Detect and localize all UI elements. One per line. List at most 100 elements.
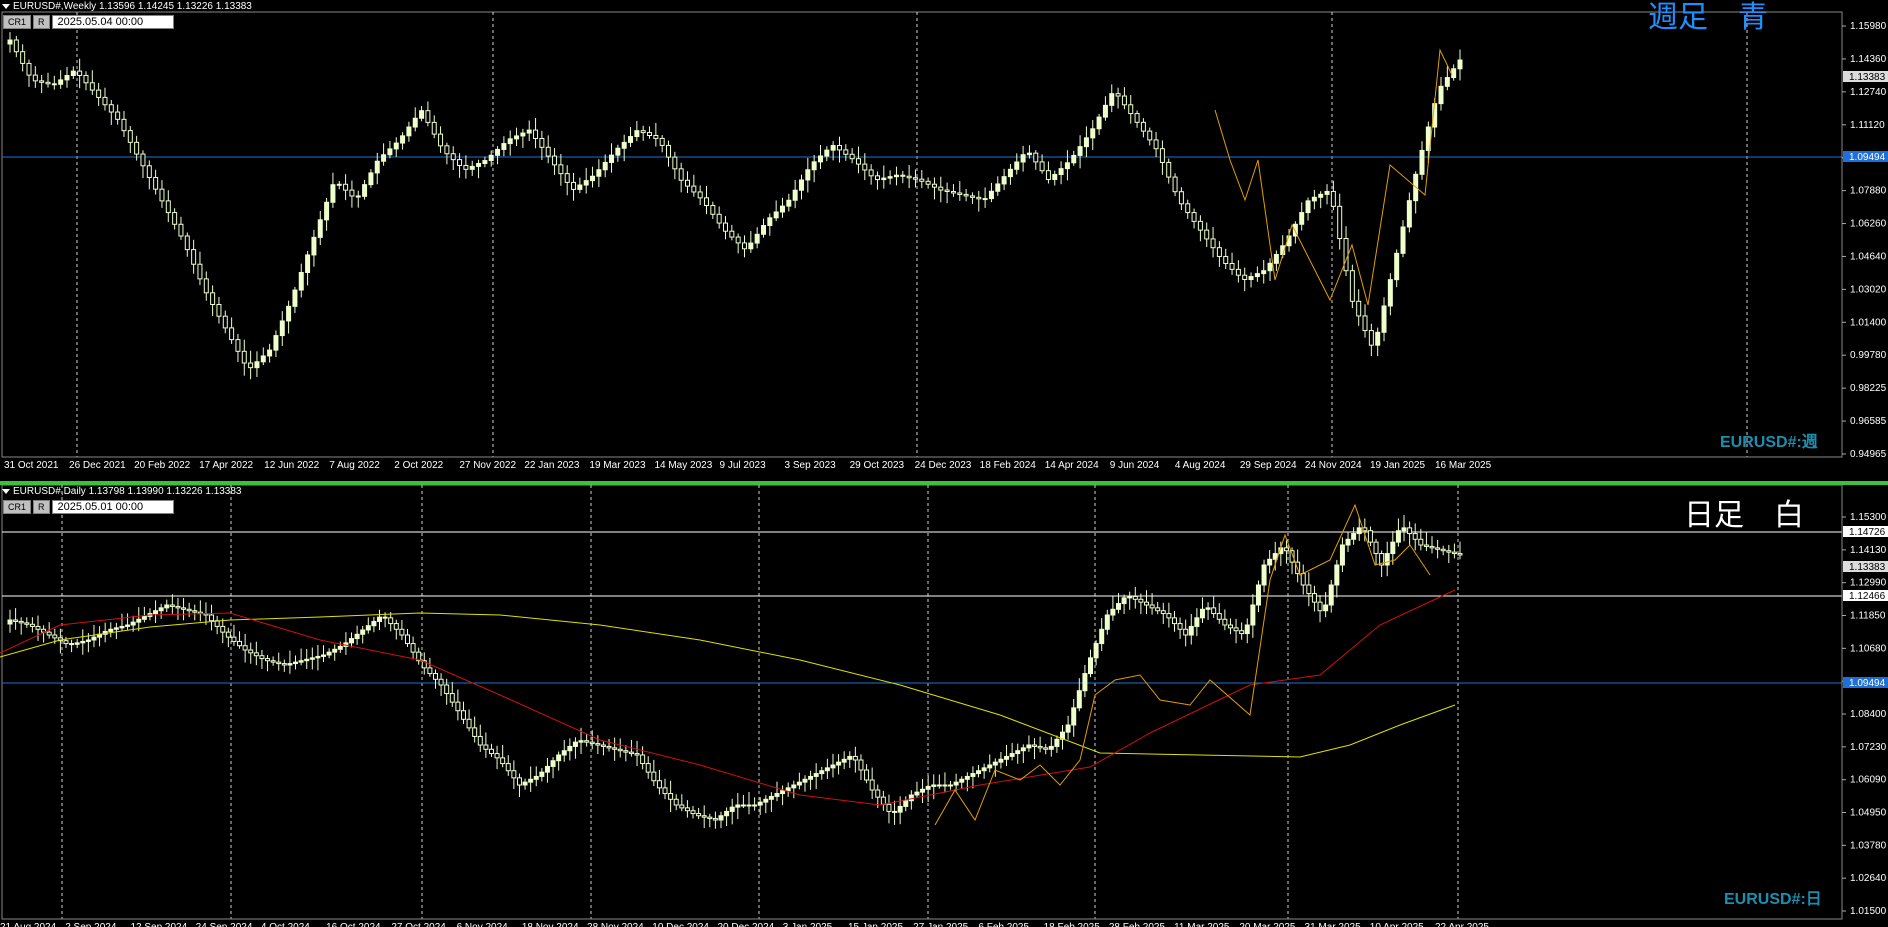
candle-body — [1082, 673, 1088, 692]
candle-body — [248, 362, 254, 369]
candle-body — [393, 623, 399, 630]
candle-body — [141, 615, 147, 620]
candle-body — [1076, 690, 1082, 709]
candle-body — [39, 80, 45, 83]
candle-body — [830, 145, 836, 151]
candle-body — [362, 184, 368, 197]
candle-body — [920, 788, 926, 793]
candle-body — [153, 610, 159, 615]
candle-body — [1204, 229, 1210, 240]
candle-body — [184, 235, 190, 251]
candle-body — [691, 185, 697, 193]
time-tick-label: 24 Sep 2024 — [196, 922, 253, 927]
candle-body — [841, 758, 847, 763]
weekly-chart-pane[interactable]: 1.159801.143601.127401.111201.095001.078… — [0, 0, 1888, 485]
time-tick-label: 10 Apr 2025 — [1370, 922, 1424, 927]
candle-body — [1440, 548, 1446, 552]
candle-body — [1194, 617, 1200, 627]
candle-body — [1418, 538, 1424, 546]
date-input[interactable]: 2025.05.04 00:00 — [51, 15, 174, 29]
candle-body — [868, 169, 874, 177]
candle-body — [1037, 745, 1043, 749]
candle-body — [786, 199, 792, 207]
candle-body — [1222, 618, 1228, 626]
candle-body — [1400, 226, 1406, 254]
candle-body — [995, 183, 1001, 192]
weekly-header: EURUSD#,Weekly 1.13596 1.14245 1.13226 1… — [2, 1, 252, 12]
candle-body — [668, 793, 674, 800]
candle-body — [886, 803, 892, 812]
daily-chart-pane[interactable]: 1.15300 1.14130 1.12990 1.11850 1.10680 1.094… — [0, 485, 1888, 927]
daily-chart-canvas[interactable]: 1.15300 1.14130 1.12990 1.11850 1.10680 1.094… — [0, 485, 1888, 927]
candle-body — [723, 222, 729, 232]
candle-body — [1104, 614, 1110, 630]
candle-body — [897, 805, 903, 813]
collapse-triangle-icon[interactable] — [2, 488, 10, 494]
price-tick-label: 1.11120 — [1850, 120, 1885, 131]
cr1-button[interactable]: CR1 — [3, 500, 32, 514]
cr1-button[interactable]: CR1 — [3, 15, 32, 29]
r-button[interactable]: R — [33, 500, 50, 514]
candle-body — [612, 747, 618, 750]
candle-body — [748, 242, 754, 250]
candle-body — [653, 135, 659, 139]
candle-body — [544, 765, 550, 773]
candle-body — [265, 658, 271, 662]
candle-body — [85, 639, 91, 642]
weekly-chart-canvas[interactable]: 1.159801.143601.127401.111201.095001.078… — [0, 0, 1888, 485]
candle-body — [438, 133, 444, 147]
candle-body — [987, 764, 993, 769]
r-button[interactable]: R — [33, 15, 50, 29]
candle-body — [931, 183, 937, 188]
candle-body — [438, 678, 444, 686]
candle-body — [406, 126, 412, 137]
candle-body — [550, 760, 556, 767]
candle-body — [656, 780, 662, 789]
candle-body — [1318, 193, 1324, 198]
candle-body — [91, 636, 97, 641]
time-tick-label: 2 Sep 2024 — [65, 922, 117, 927]
candle-body — [1090, 128, 1096, 139]
candle-body — [52, 634, 58, 639]
candle-body — [1115, 603, 1121, 610]
candle-body — [1254, 273, 1260, 278]
candle-body — [1311, 196, 1317, 202]
candle-body — [1160, 610, 1166, 615]
candle-body — [697, 191, 703, 199]
candle-body — [1088, 657, 1094, 675]
candle-body — [685, 179, 691, 187]
candle-body — [178, 223, 184, 237]
candle-body — [488, 154, 494, 162]
time-tick-label: 20 Mar 2025 — [1239, 922, 1296, 927]
candle-body — [276, 661, 282, 665]
candle-body — [1324, 190, 1330, 195]
candle-body — [1045, 170, 1051, 180]
candle-body — [1109, 93, 1115, 106]
candle-body — [374, 160, 380, 174]
candle-body — [1457, 59, 1463, 70]
candle-body — [1317, 601, 1323, 612]
time-tick-label: 6 Feb 2025 — [978, 922, 1029, 927]
candle-body — [887, 176, 893, 179]
candle-body — [444, 684, 450, 695]
candle-body — [32, 74, 38, 82]
candle-body — [767, 217, 773, 227]
candle-body — [701, 815, 707, 818]
candle-body — [533, 129, 539, 140]
time-tick-label: 9 Jun 2024 — [1110, 460, 1160, 471]
candle-body — [507, 138, 513, 145]
candle-body — [798, 179, 804, 191]
candle-body — [919, 178, 925, 182]
candle-body — [948, 784, 954, 787]
candle-body — [349, 189, 355, 197]
candle-body — [500, 757, 506, 765]
candle-body — [752, 804, 758, 807]
time-tick-label: 16 Oct 2024 — [326, 922, 381, 927]
daily-header: EURUSD#,Daily 1.13798 1.13990 1.13226 1.… — [2, 486, 242, 497]
candle-body — [388, 617, 394, 625]
date-input[interactable]: 2025.05.01 00:00 — [51, 500, 174, 514]
candle-body — [35, 625, 41, 630]
candle-body — [584, 740, 590, 743]
daily-symbol-label: EURUSD#:日 — [1724, 891, 1822, 908]
collapse-triangle-icon[interactable] — [2, 3, 10, 9]
